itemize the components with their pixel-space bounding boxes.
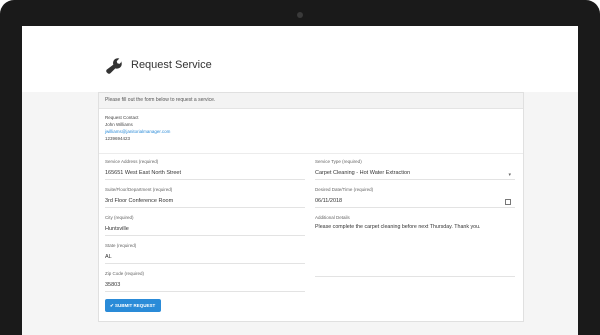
desired-date-field: Desired Date/Time (required) 06/11/2018 (315, 187, 515, 208)
submit-request-button[interactable]: ✔ SUBMIT REQUEST (105, 299, 161, 312)
form-intro: Please fill out the form below to reques… (99, 93, 523, 109)
service-address-field: Service Address (required) 165651 West E… (105, 159, 305, 180)
city-field: City (required) Huntsville (105, 215, 305, 236)
state-field: State (required) AL (105, 243, 305, 264)
contact-phone: 1239694423 (105, 136, 131, 141)
city-label: City (required) (105, 215, 134, 220)
request-contact: Request Contact John Williams jwilliams@… (105, 114, 170, 142)
state-input[interactable]: AL (105, 254, 305, 264)
section-divider (99, 153, 523, 154)
details-textarea[interactable]: Please complete the carpet cleaning befo… (315, 224, 515, 230)
calendar-icon[interactable] (505, 199, 511, 205)
service-type-field: Service Type (required) Carpet Cleaning … (315, 159, 515, 180)
desired-date-input[interactable]: 06/11/2018 (315, 198, 515, 208)
details-label: Additional Details (315, 215, 350, 220)
suite-label: Suite/Floor/Department (required) (105, 187, 173, 192)
page-title: Request Service (131, 59, 212, 71)
page-header: Request Service (22, 26, 578, 92)
camera-dot (297, 12, 303, 18)
laptop-device: Request Service Please fill out the form… (0, 0, 600, 335)
contact-label: Request Contact (105, 115, 139, 120)
app-screen: Request Service Please fill out the form… (22, 26, 578, 335)
service-address-label: Service Address (required) (105, 159, 159, 164)
zip-input[interactable]: 35803 (105, 282, 305, 292)
caret-down-icon[interactable]: ▾ (508, 172, 511, 178)
zip-field: Zip Code (required) 35803 (105, 271, 305, 292)
suite-field: Suite/Floor/Department (required) 3rd Fl… (105, 187, 305, 208)
wrench-icon (106, 58, 123, 74)
service-type-label: Service Type (required) (315, 159, 362, 164)
details-field: Additional Details Please complete the c… (315, 215, 515, 277)
city-input[interactable]: Huntsville (105, 226, 305, 236)
request-form-card: Please fill out the form below to reques… (98, 92, 524, 322)
service-type-select[interactable]: Carpet Cleaning - Hot Water Extraction (315, 170, 515, 180)
contact-name: John Williams (105, 122, 133, 127)
zip-label: Zip Code (required) (105, 271, 145, 276)
suite-input[interactable]: 3rd Floor Conference Room (105, 198, 305, 208)
contact-email-link[interactable]: jwilliams@janitorialmanager.com (105, 128, 170, 135)
state-label: State (required) (105, 243, 137, 248)
service-address-input[interactable]: 165651 West East North Street (105, 170, 305, 180)
desired-date-label: Desired Date/Time (required) (315, 187, 374, 192)
